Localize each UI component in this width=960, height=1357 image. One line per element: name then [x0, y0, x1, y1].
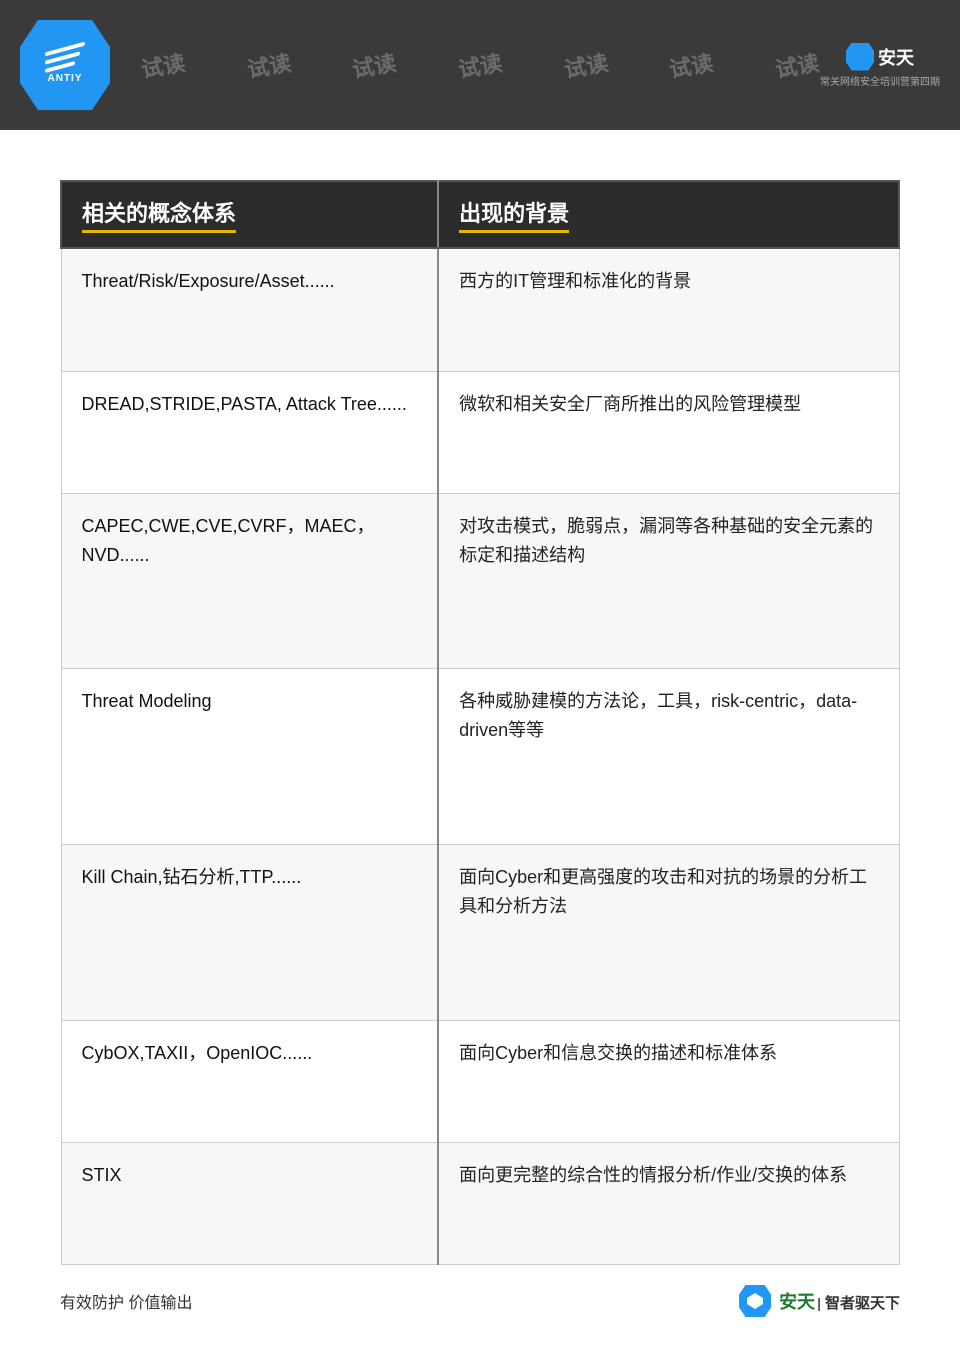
footer-logo: 安天|智者驱天下: [739, 1285, 900, 1317]
table-cell-background: 微软和相关安全厂商所推出的风险管理模型: [438, 371, 899, 493]
footer-brand-name: 安天: [779, 1292, 815, 1312]
table-cell-background: 面向Cyber和信息交换的描述和标准体系: [438, 1020, 899, 1142]
table-row: CybOX,TAXII，OpenIOC......面向Cyber和信息交换的描述…: [61, 1020, 899, 1142]
logo-lines: [45, 47, 85, 69]
logo-label: ANTIY: [48, 73, 83, 84]
watermark-4: 试读: [456, 45, 505, 84]
table-cell-background: 面向更完整的综合性的情报分析/作业/交换的体系: [438, 1142, 899, 1264]
table-cell-concept: DREAD,STRIDE,PASTA, Attack Tree......: [61, 371, 438, 493]
watermark-7: 试读: [773, 45, 822, 84]
watermark-1: 试读: [138, 45, 187, 84]
antiy-logo: ANTIY: [20, 20, 110, 110]
watermark-2: 试读: [244, 45, 293, 84]
table-cell-background: 西方的IT管理和标准化的背景: [438, 248, 899, 371]
table-header-row: 相关的概念体系 出现的背景: [61, 181, 899, 248]
col1-header: 相关的概念体系: [61, 181, 438, 248]
footer: 有效防护 价值输出 安天|智者驱天下: [60, 1265, 900, 1317]
table-cell-concept: Threat Modeling: [61, 669, 438, 845]
table-row: CAPEC,CWE,CVE,CVRF，MAEC，NVD......对攻击模式，脆…: [61, 493, 899, 669]
table-cell-concept: Kill Chain,钻石分析,TTP......: [61, 845, 438, 1021]
concept-table: 相关的概念体系 出现的背景 Threat/Risk/Exposure/Asset…: [60, 180, 900, 1265]
table-row: Threat Modeling各种威胁建模的方法论，工具，risk-centri…: [61, 669, 899, 845]
table-row: DREAD,STRIDE,PASTA, Attack Tree......微软和…: [61, 371, 899, 493]
footer-logo-svg: [745, 1291, 765, 1311]
table-row: Threat/Risk/Exposure/Asset......西方的IT管理和…: [61, 248, 899, 371]
footer-logo-text: 安天|智者驱天下: [779, 1288, 900, 1314]
col2-header-text: 出现的背景: [459, 196, 569, 233]
right-logo-icon: [846, 43, 874, 71]
right-logo-name: 安天: [878, 44, 914, 70]
table-row: Kill Chain,钻石分析,TTP......面向Cyber和更高强度的攻击…: [61, 845, 899, 1021]
table-cell-background: 各种威胁建模的方法论，工具，risk-centric，data-driven等等: [438, 669, 899, 845]
footer-logo-icon: [739, 1285, 771, 1317]
watermark-5: 试读: [561, 45, 610, 84]
footer-pipe: |: [817, 1295, 821, 1311]
table-cell-concept: STIX: [61, 1142, 438, 1264]
watermark-3: 试读: [350, 45, 399, 84]
footer-tagline: 有效防护 价值输出: [60, 1289, 192, 1313]
main-content: 相关的概念体系 出现的背景 Threat/Risk/Exposure/Asset…: [0, 130, 960, 1357]
header-watermarks: 试读 试读 试读 试读 试读 试读 试读: [0, 0, 960, 130]
right-logo-subtitle: 常关网络安全培训营第四期: [820, 73, 940, 88]
table-cell-concept: CybOX,TAXII，OpenIOC......: [61, 1020, 438, 1142]
right-logo-top: 安天: [846, 43, 914, 71]
table-cell-background: 面向Cyber和更高强度的攻击和对抗的场景的分析工具和分析方法: [438, 845, 899, 1021]
watermark-6: 试读: [667, 45, 716, 84]
table-cell-background: 对攻击模式，脆弱点，漏洞等各种基础的安全元素的标定和描述结构: [438, 493, 899, 669]
table-row: STIX面向更完整的综合性的情报分析/作业/交换的体系: [61, 1142, 899, 1264]
header: ANTIY 试读 试读 试读 试读 试读 试读 试读 安天 常关网络安全培训营第…: [0, 0, 960, 130]
col2-header: 出现的背景: [438, 181, 899, 248]
col1-header-text: 相关的概念体系: [82, 196, 236, 233]
header-right-brand: 安天 常关网络安全培训营第四期: [820, 30, 940, 100]
table-cell-concept: CAPEC,CWE,CVE,CVRF，MAEC，NVD......: [61, 493, 438, 669]
table-cell-concept: Threat/Risk/Exposure/Asset......: [61, 248, 438, 371]
footer-brand-sub: 智者驱天下: [825, 1295, 900, 1312]
